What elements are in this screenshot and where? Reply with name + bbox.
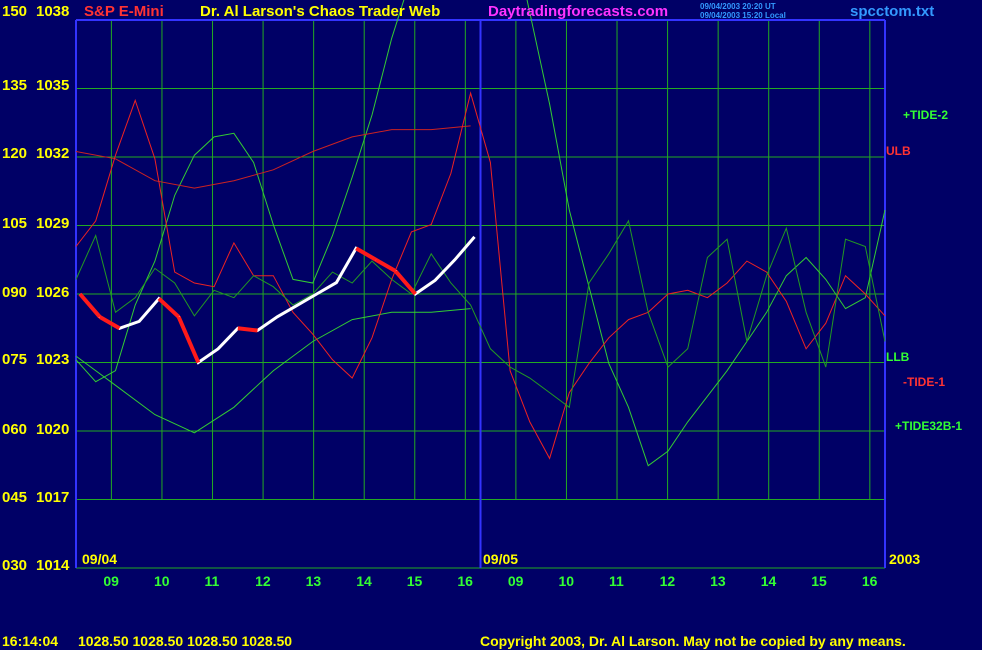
x-hour-label: 12 — [660, 573, 676, 589]
date-label-0904: 09/04 — [82, 551, 117, 567]
x-hour-label: 09 — [508, 573, 524, 589]
label-ulb: ULB — [886, 144, 911, 158]
y-price-tick-top: 1038 — [36, 3, 69, 20]
label-tide32b: +TIDE32B-1 — [895, 419, 962, 433]
chart-canvas: 150 1038 S&P E-Mini Dr. Al Larson's Chao… — [0, 0, 982, 650]
x-hour-label: 14 — [356, 573, 372, 589]
site-name: Daytradingforecasts.com — [488, 3, 668, 20]
x-hour-label: 15 — [811, 573, 827, 589]
x-hour-label: 14 — [761, 573, 777, 589]
price-down-segment — [237, 326, 258, 333]
y-left-tick: 030 — [2, 557, 27, 574]
x-hour-label: 15 — [407, 573, 423, 589]
footer-time: 16:14:04 — [2, 633, 58, 649]
x-hour-label: 13 — [710, 573, 726, 589]
label-tide1: -TIDE-1 — [903, 375, 945, 389]
y-left-tick: 060 — [2, 421, 27, 438]
x-hour-label: 13 — [306, 573, 322, 589]
instrument-title: S&P E-Mini — [84, 3, 164, 20]
y-price-tick: 1014 — [36, 557, 70, 574]
x-hour-label: 16 — [457, 573, 473, 589]
y-left-tick: 045 — [2, 489, 27, 506]
year-label: 2003 — [889, 551, 920, 567]
y-left-tick: 090 — [2, 284, 27, 301]
label-llb: LLB — [886, 350, 910, 364]
y-price-tick: 1023 — [36, 351, 69, 368]
x-hour-label: 09 — [103, 573, 119, 589]
timestamp-ut: 09/04/2003 20:20 UT — [700, 2, 776, 11]
y-left-tick: 105 — [2, 215, 27, 232]
timestamp-local: 09/04/2003 15:20 Local — [700, 11, 786, 20]
x-hour-label: 12 — [255, 573, 271, 589]
y-price-tick: 1020 — [36, 421, 69, 438]
x-hour-label: 10 — [154, 573, 170, 589]
y-left-tick-top: 150 — [2, 3, 27, 20]
filename: spcctom.txt — [850, 3, 934, 20]
y-left-tick: 075 — [2, 351, 27, 368]
y-price-tick: 1026 — [36, 284, 69, 301]
y-left-tick: 135 — [2, 77, 27, 94]
date-label-0905: 09/05 — [483, 551, 518, 567]
footer-quote: 1028.50 1028.50 1028.50 1028.50 — [78, 633, 292, 649]
y-price-tick: 1017 — [36, 489, 69, 506]
x-hour-label: 16 — [862, 573, 878, 589]
y-left-tick: 120 — [2, 145, 27, 162]
y-price-tick: 1035 — [36, 77, 69, 94]
y-price-tick: 1029 — [36, 215, 69, 232]
label-tide2: +TIDE-2 — [903, 108, 948, 122]
copyright: Copyright 2003, Dr. Al Larson. May not b… — [480, 633, 906, 649]
x-hour-label: 11 — [609, 573, 624, 589]
x-hour-label: 11 — [205, 573, 220, 589]
y-price-tick: 1032 — [36, 145, 69, 162]
author-title: Dr. Al Larson's Chaos Trader Web — [200, 3, 440, 20]
x-hour-label: 10 — [558, 573, 574, 589]
